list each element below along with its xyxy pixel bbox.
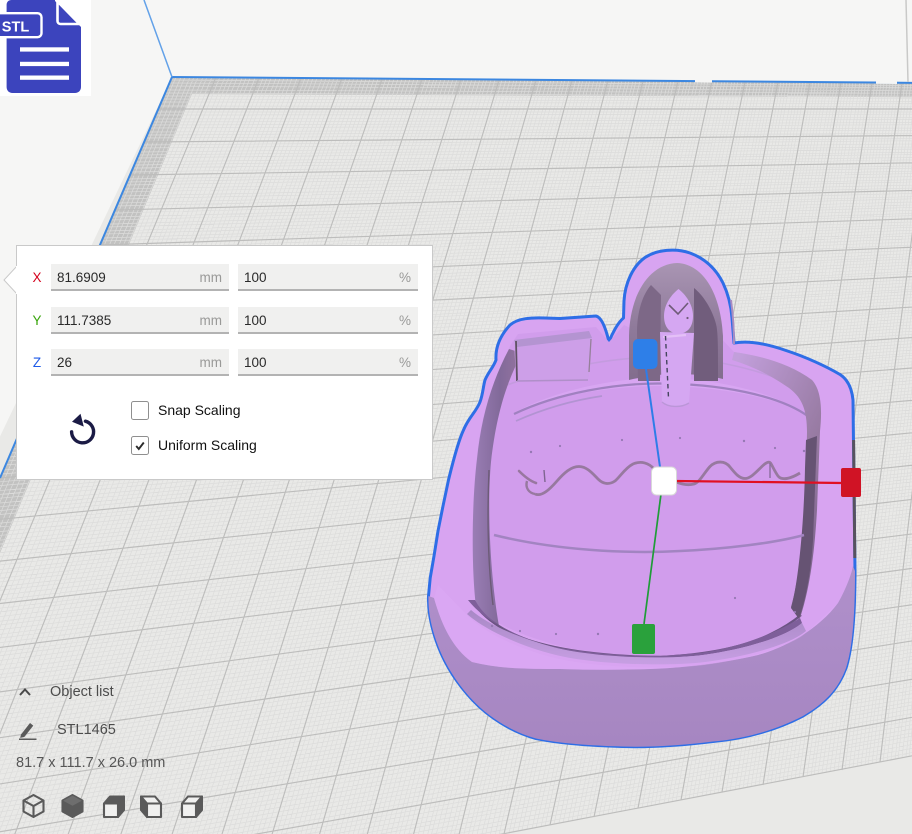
svg-text:STL: STL <box>2 20 30 36</box>
